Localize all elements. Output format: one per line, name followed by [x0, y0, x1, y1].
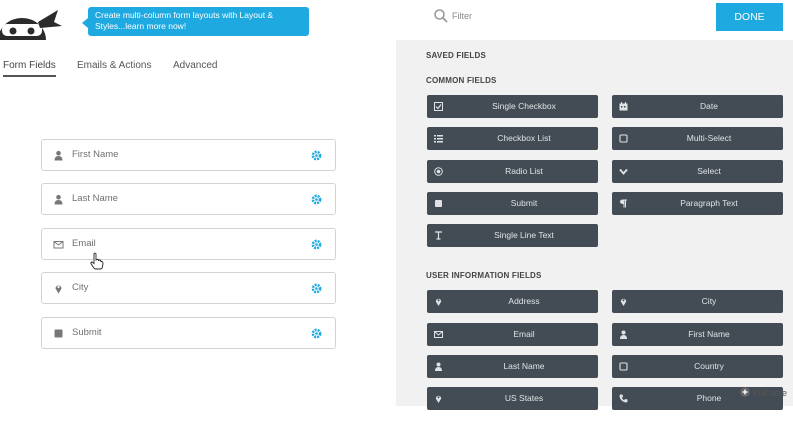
common-fields-heading: COMMON FIELDS: [426, 76, 497, 85]
square-icon: [54, 329, 63, 338]
gear-icon[interactable]: [311, 239, 322, 250]
gear-icon[interactable]: [311, 150, 322, 161]
layout-styles-promo-tooltip[interactable]: Create multi-column form layouts with La…: [82, 7, 309, 36]
field-label: Email: [72, 238, 96, 249]
field-button-label: Address: [508, 296, 540, 306]
tab-form-fields[interactable]: Form Fields: [3, 60, 56, 77]
map-pin-icon: [612, 290, 635, 313]
envelope-icon: [53, 241, 64, 249]
add-checkbox-list-button[interactable]: Checkbox List: [427, 127, 598, 150]
field-button-label: Single Line Text: [494, 230, 554, 240]
field-button-label: Radio List: [505, 166, 543, 176]
field-button-label: US States: [504, 393, 544, 403]
paragraph-icon: [612, 192, 635, 215]
square-outline-icon: [612, 127, 635, 150]
envelope-icon: [427, 323, 450, 346]
form-field-first-name[interactable]: First Name: [41, 139, 336, 171]
user-icon: [612, 323, 635, 346]
form-field-last-name[interactable]: Last Name: [41, 183, 336, 215]
add-date-button[interactable]: Date: [612, 95, 783, 118]
chevron-down-icon: [612, 160, 635, 183]
map-pin-icon: [55, 285, 62, 294]
search-icon: [434, 9, 448, 23]
form-field-city[interactable]: City: [41, 272, 336, 304]
field-button-label: First Name: [688, 329, 730, 339]
add-country-button[interactable]: Country: [612, 355, 783, 378]
tab-advanced[interactable]: Advanced: [173, 60, 217, 71]
form-field-email[interactable]: Email: [41, 228, 336, 260]
list-icon: [427, 127, 450, 150]
promo-text: Create multi-column form layouts with La…: [95, 10, 274, 31]
gear-icon[interactable]: [311, 283, 322, 294]
fullscreen-label: Full scre: [753, 388, 788, 398]
field-button-label: Last Name: [503, 361, 545, 371]
user-icon: [54, 194, 63, 205]
field-label: Last Name: [72, 193, 118, 204]
top-bar: Create multi-column form layouts with La…: [0, 0, 793, 42]
map-pin-icon: [427, 290, 450, 313]
hand-cursor-icon: [90, 252, 104, 270]
fields-library-panel: SAVED FIELDS COMMON FIELDS Single Checkb…: [396, 40, 793, 410]
plus-circle-icon: [740, 387, 750, 397]
phone-icon: [612, 387, 635, 410]
field-button-label: Single Checkbox: [492, 101, 556, 111]
gear-icon[interactable]: [311, 328, 322, 339]
add-single-checkbox-button[interactable]: Single Checkbox: [427, 95, 598, 118]
user-information-fields-heading: USER INFORMATION FIELDS: [426, 271, 542, 280]
add-address-button[interactable]: Address: [427, 290, 598, 313]
field-label: Submit: [72, 327, 102, 338]
add-single-line-text-button[interactable]: Single Line Text: [427, 224, 598, 247]
add-us-states-button[interactable]: US States: [427, 387, 598, 410]
field-button-label: Multi-Select: [686, 133, 732, 143]
add-email-button[interactable]: Email: [427, 323, 598, 346]
add-submit-button[interactable]: Submit: [427, 192, 598, 215]
text-cursor-icon: [427, 224, 450, 247]
done-button[interactable]: DONE: [716, 3, 783, 31]
square-outline-icon: [612, 355, 635, 378]
user-icon: [54, 150, 63, 161]
field-button-label: Paragraph Text: [680, 198, 738, 208]
field-button-label: City: [701, 296, 717, 306]
radio-icon: [427, 160, 450, 183]
field-label: City: [72, 282, 89, 293]
ninja-mascot-logo: [0, 10, 62, 42]
add-multi-select-button[interactable]: Multi-Select: [612, 127, 783, 150]
map-pin-icon: [427, 387, 450, 410]
tab-emails-actions[interactable]: Emails & Actions: [77, 60, 151, 71]
calendar-icon: [612, 95, 635, 118]
fullscreen-toggle[interactable]: Full scre: [740, 387, 793, 398]
add-radio-list-button[interactable]: Radio List: [427, 160, 598, 183]
field-button-label: Submit: [510, 198, 538, 208]
field-button-label: Checkbox List: [497, 133, 551, 143]
form-builder-panel: Form Fields Emails & Actions Advanced: [0, 40, 396, 406]
saved-fields-heading: SAVED FIELDS: [426, 51, 487, 60]
field-button-label: Select: [697, 166, 721, 176]
field-button-label: Email: [513, 329, 535, 339]
form-field-submit[interactable]: Submit: [41, 317, 336, 349]
gear-icon[interactable]: [311, 194, 322, 205]
filter-input[interactable]: [452, 6, 652, 26]
add-select-button[interactable]: Select: [612, 160, 783, 183]
user-icon: [427, 355, 450, 378]
add-first-name-button[interactable]: First Name: [612, 323, 783, 346]
field-button-label: Date: [700, 101, 718, 111]
field-label: First Name: [72, 149, 119, 160]
add-last-name-button[interactable]: Last Name: [427, 355, 598, 378]
square-icon: [427, 192, 450, 215]
add-city-button[interactable]: City: [612, 290, 783, 313]
checkbox-icon: [427, 95, 450, 118]
add-paragraph-text-button[interactable]: Paragraph Text: [612, 192, 783, 215]
field-button-label: Country: [694, 361, 724, 371]
